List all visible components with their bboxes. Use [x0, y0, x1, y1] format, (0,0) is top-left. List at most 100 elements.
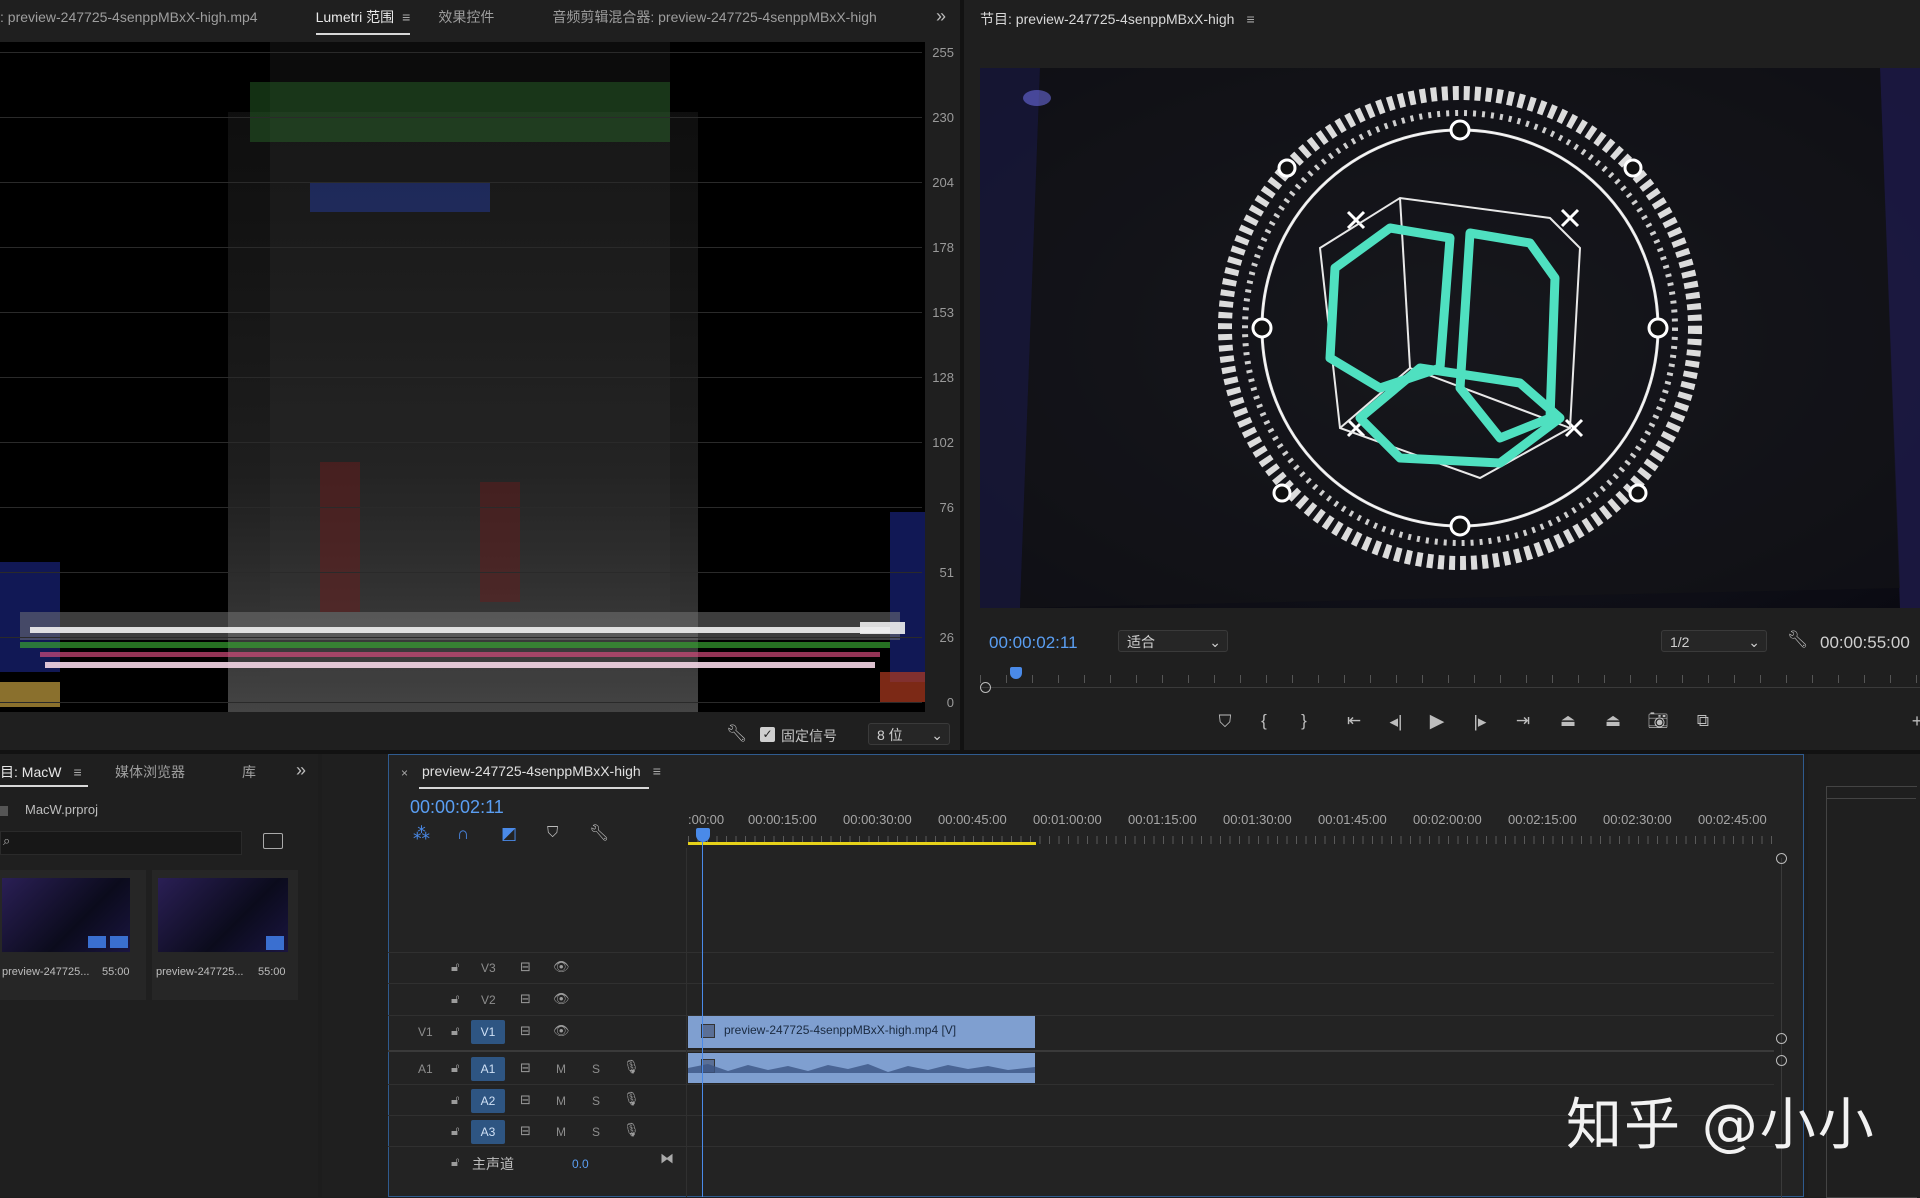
eye-icon[interactable]: 👁︎: [553, 1023, 570, 1039]
snap-icon[interactable]: ⁂: [413, 824, 430, 844]
go-to-out-icon[interactable]: ⇥: [1510, 711, 1536, 731]
track-target-a2[interactable]: A2: [471, 1089, 505, 1113]
tab-media-browser[interactable]: 媒体浏览器: [115, 762, 185, 782]
playhead-handle[interactable]: [696, 828, 710, 842]
search-icon: ⌕: [3, 833, 11, 848]
linked-selection-icon[interactable]: ∩: [457, 824, 469, 844]
extract-icon[interactable]: ⏏: [1600, 711, 1626, 731]
master-go-to-end-icon[interactable]: ⧓: [660, 1150, 674, 1167]
scope-gridline: [0, 182, 922, 183]
panel-menu-icon[interactable]: ≡: [1246, 11, 1254, 27]
source-patch[interactable]: A1: [418, 1062, 433, 1076]
microphone-icon[interactable]: 🎙︎: [623, 1091, 640, 1107]
sync-lock-icon[interactable]: ⊟: [520, 991, 531, 1007]
program-monitor-title[interactable]: 节目: preview-247725-4senppMBxX-high ≡: [980, 9, 1255, 29]
lock-icon[interactable]: 🔓︎: [451, 1123, 459, 1139]
wrench-icon[interactable]: 🔧︎: [589, 823, 609, 843]
scope-gridline: [0, 572, 922, 573]
mark-out-icon[interactable]: }: [1291, 711, 1317, 731]
scroll-handle-icon[interactable]: [1776, 1055, 1787, 1066]
source-patch[interactable]: V1: [418, 1025, 433, 1039]
zoom-handle-icon[interactable]: [980, 682, 991, 693]
close-icon[interactable]: ×: [401, 766, 408, 780]
tab-lumetri-scopes[interactable]: Lumetri 范围 ≡: [302, 7, 425, 35]
lock-icon[interactable]: 🔓︎: [451, 1154, 459, 1170]
program-video-frame[interactable]: [980, 68, 1920, 608]
program-mini-timeline[interactable]: [980, 665, 1920, 693]
eye-icon[interactable]: 👁︎: [553, 991, 570, 1007]
microphone-icon[interactable]: 🎙︎: [623, 1059, 640, 1075]
timeline-timecode[interactable]: 00:00:02:11: [410, 797, 504, 818]
lock-icon[interactable]: 🔓︎: [451, 991, 459, 1007]
double-chevron-right-icon[interactable]: »: [296, 760, 306, 781]
audio-meter-divider: [1826, 798, 1916, 799]
work-area-bar[interactable]: [688, 842, 1036, 845]
play-icon[interactable]: ▶: [1424, 710, 1450, 733]
go-to-in-icon[interactable]: ⇤: [1341, 711, 1367, 731]
panel-menu-icon[interactable]: ≡: [653, 763, 661, 779]
nest-icon[interactable]: ◩: [501, 824, 517, 844]
sync-lock-icon[interactable]: ⊟: [520, 1123, 531, 1139]
bit-depth-dropdown[interactable]: 8 位 ⌄: [868, 723, 950, 745]
mini-playhead[interactable]: [1010, 667, 1022, 679]
eye-icon[interactable]: 👁︎: [553, 959, 570, 975]
camera-icon[interactable]: 📷︎: [1645, 711, 1671, 731]
sync-lock-icon[interactable]: ⊟: [520, 1092, 531, 1108]
double-chevron-right-icon[interactable]: »: [936, 6, 946, 27]
project-search-input[interactable]: ⌕: [0, 831, 242, 855]
tab-project-underline: [0, 785, 88, 787]
track-name: V3: [481, 961, 496, 975]
track-target-a3[interactable]: A3: [471, 1120, 505, 1144]
sync-lock-icon[interactable]: ⊟: [520, 1023, 531, 1039]
add-marker-icon[interactable]: ⛉: [547, 824, 558, 841]
audio-clip[interactable]: [688, 1053, 1035, 1083]
sync-lock-icon[interactable]: ⊟: [520, 1060, 531, 1076]
lock-icon[interactable]: 🔓︎: [451, 1092, 459, 1108]
lock-icon[interactable]: 🔓︎: [451, 959, 459, 975]
scroll-handle-icon[interactable]: [1776, 1033, 1787, 1044]
step-forward-icon[interactable]: |▸: [1467, 712, 1493, 732]
track-divider: [388, 1015, 1774, 1016]
project-item[interactable]: preview-247725... 55:00: [152, 870, 298, 1000]
solo-button[interactable]: S: [592, 1125, 600, 1139]
master-volume-value[interactable]: 0.0: [572, 1157, 589, 1171]
tab-libraries[interactable]: 库: [242, 762, 256, 782]
playback-resolution-dropdown[interactable]: 1/2 ⌄: [1661, 630, 1767, 652]
compare-icon[interactable]: ⧉: [1690, 711, 1716, 731]
wrench-icon[interactable]: 🔧︎: [1787, 630, 1809, 650]
add-button-icon[interactable]: +: [1904, 711, 1920, 732]
lift-icon[interactable]: ⏏: [1555, 711, 1581, 731]
microphone-icon[interactable]: 🎙︎: [623, 1122, 640, 1138]
mute-button[interactable]: M: [556, 1062, 566, 1076]
ruler-label: 00:01:15:00: [1128, 812, 1197, 827]
fit-zoom-dropdown[interactable]: 适合 ⌄: [1118, 630, 1228, 652]
marker-icon[interactable]: ⛉: [1212, 712, 1238, 732]
sequence-tab[interactable]: preview-247725-4senppMBxX-high ≡: [422, 763, 661, 779]
wrench-icon[interactable]: 🔧︎: [726, 724, 748, 744]
chevron-down-icon: ⌄: [1748, 634, 1760, 650]
tab-project[interactable]: 目: MacW ≡: [0, 762, 82, 782]
scroll-handle-icon[interactable]: [1776, 853, 1787, 864]
step-back-icon[interactable]: ◂|: [1383, 712, 1409, 732]
mute-button[interactable]: M: [556, 1094, 566, 1108]
mark-in-icon[interactable]: {: [1251, 711, 1277, 731]
solo-button[interactable]: S: [592, 1094, 600, 1108]
tab-audio-clip-mixer[interactable]: 音频剪辑混合器: preview-247725-4senppMBxX-high: [538, 7, 890, 27]
lock-icon[interactable]: 🔓︎: [451, 1060, 459, 1076]
clamp-signal-checkbox[interactable]: ✓: [760, 727, 775, 742]
panel-menu-icon[interactable]: ≡: [73, 764, 81, 780]
mute-button[interactable]: M: [556, 1125, 566, 1139]
track-target-a1[interactable]: A1: [471, 1057, 505, 1081]
panel-menu-icon[interactable]: ≡: [402, 9, 410, 25]
ruler-label: 00:02:30:00: [1603, 812, 1672, 827]
solo-button[interactable]: S: [592, 1062, 600, 1076]
track-target-v1[interactable]: V1: [471, 1020, 505, 1044]
tab-source-clip[interactable]: : preview-247725-4senppMBxX-high.mp4: [0, 9, 272, 25]
new-bin-icon[interactable]: [263, 833, 283, 849]
project-item[interactable]: preview-247725... 55:00: [0, 870, 146, 1000]
video-clip[interactable]: preview-247725-4senppMBxX-high.mp4 [V]: [688, 1016, 1035, 1048]
program-current-timecode[interactable]: 00:00:02:11: [989, 633, 1078, 653]
lock-icon[interactable]: 🔓︎: [451, 1023, 459, 1039]
tab-effect-controls[interactable]: 效果控件: [424, 7, 508, 27]
sync-lock-icon[interactable]: ⊟: [520, 959, 531, 975]
